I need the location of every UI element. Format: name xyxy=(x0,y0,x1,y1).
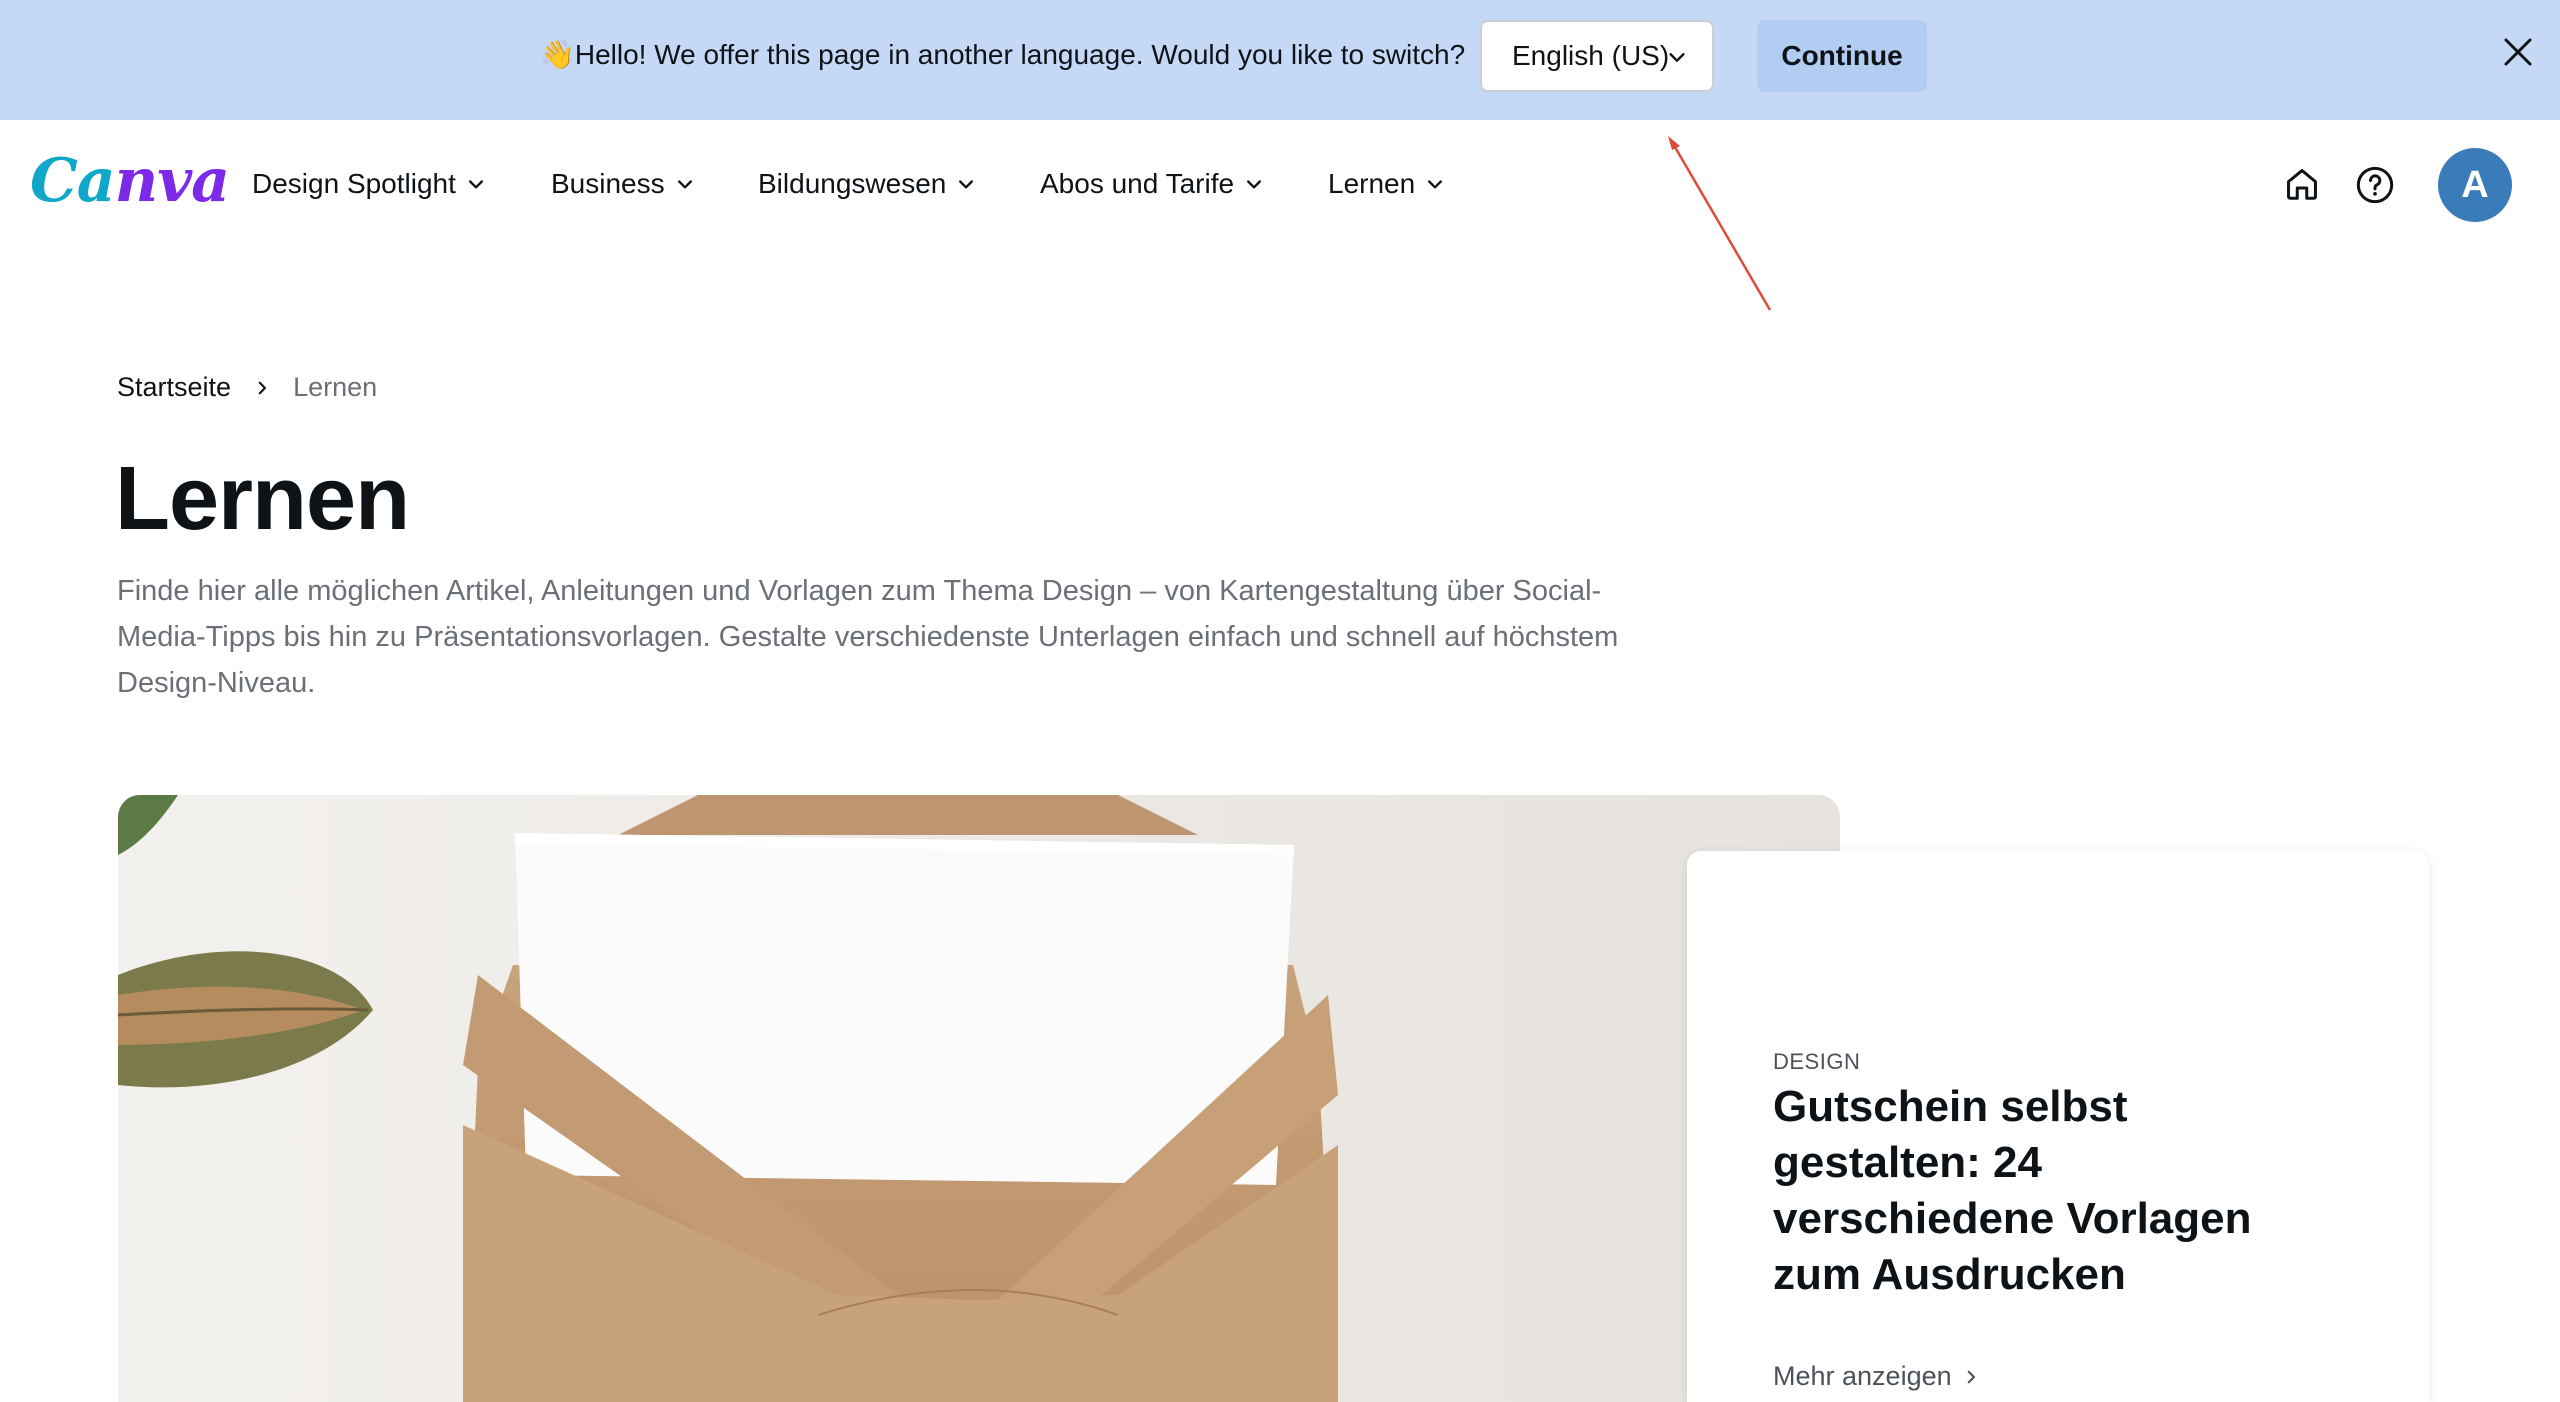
nav-item-label: Abos und Tarife xyxy=(1040,168,1235,199)
article-category: DESIGN xyxy=(1773,1049,1861,1074)
nav-item-label: Bildungswesen xyxy=(758,168,947,199)
nav-item-lernen[interactable]: Lernen xyxy=(1328,168,1445,200)
language-banner-message: 👋Hello! We offer this page in another la… xyxy=(540,38,1465,71)
close-icon[interactable] xyxy=(2502,36,2534,68)
envelope-illustration xyxy=(118,795,1840,1402)
language-select-value: English (US) xyxy=(1512,40,1670,71)
language-banner-text: Hello! We offer this page in another lan… xyxy=(574,39,1466,70)
breadcrumb: Startseite Lernen xyxy=(117,372,377,403)
page-intro: Finde hier alle möglichen Artikel, Anlei… xyxy=(117,575,1619,699)
nav-item-label: Lernen xyxy=(1328,168,1416,199)
show-more-link[interactable]: Mehr anzeigen xyxy=(1773,1361,1980,1392)
waving-hand-icon: 👋 xyxy=(540,39,575,70)
canva-logo[interactable]: Canva xyxy=(30,146,230,216)
chevron-down-icon xyxy=(1669,53,1685,62)
annotation-arrow-icon xyxy=(1668,136,1772,311)
avatar[interactable]: A xyxy=(2438,148,2512,222)
language-select[interactable]: English (US) xyxy=(1480,20,1714,92)
home-icon[interactable] xyxy=(2283,165,2321,203)
breadcrumb-home-link[interactable]: Startseite xyxy=(117,372,231,403)
language-banner: 👋Hello! We offer this page in another la… xyxy=(0,0,2560,120)
nav-item-label: Design Spotlight xyxy=(252,168,456,199)
continue-button[interactable]: Continue xyxy=(1757,20,1927,92)
breadcrumb-current: Lernen xyxy=(293,372,378,402)
featured-article-image[interactable] xyxy=(118,795,1840,1402)
article-title[interactable]: Gutschein selbst gestalten: 24 verschied… xyxy=(1773,1079,2333,1303)
chevron-right-icon xyxy=(253,379,271,397)
chevron-down-icon xyxy=(468,180,483,189)
nav-item-business[interactable]: Business xyxy=(551,168,695,200)
chevron-down-icon xyxy=(1247,180,1262,189)
chevron-down-icon xyxy=(677,180,692,189)
page-title: Lernen xyxy=(115,449,410,549)
nav-item-abos-und-tarife[interactable]: Abos und Tarife xyxy=(1040,168,1264,200)
nav-item-design-spotlight[interactable]: Design Spotlight xyxy=(252,168,486,200)
chevron-right-icon xyxy=(1967,1370,1975,1383)
nav-item-bildungswesen[interactable]: Bildungswesen xyxy=(758,168,976,200)
nav-item-label: Business xyxy=(551,168,665,199)
help-icon[interactable] xyxy=(2355,165,2395,205)
show-more-label: Mehr anzeigen xyxy=(1773,1361,1952,1391)
chevron-down-icon xyxy=(1428,180,1443,189)
chevron-down-icon xyxy=(959,180,974,189)
featured-article-card[interactable]: DESIGN Gutschein selbst gestalten: 24 ve… xyxy=(1687,851,2429,1402)
